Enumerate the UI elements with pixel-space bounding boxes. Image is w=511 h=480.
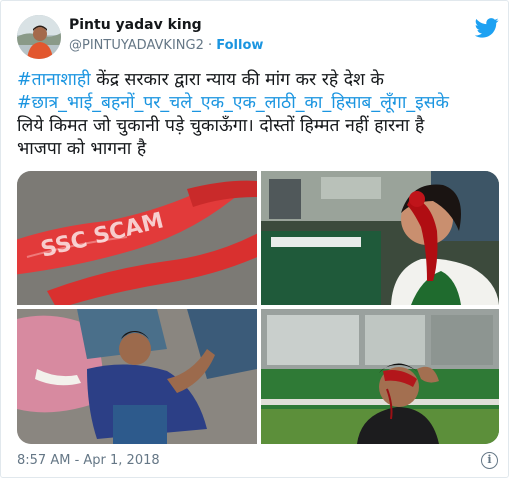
avatar-photo [17,15,61,59]
photo-4-bus-man[interactable] [261,309,499,444]
author-name[interactable]: Pintu yadav king [69,17,202,33]
photo-3-injured-man[interactable] [17,309,257,444]
tweet-line-1: #तानाशाही केंद्र सरकार द्वारा न्याय की म… [17,69,499,92]
tweet-timestamp[interactable]: 8:57 AM - Apr 1, 2018 [17,453,160,468]
twitter-bird-icon[interactable] [475,17,499,39]
photo-1-ribbon[interactable]: SSC SCAM [17,171,257,305]
tweet-text: #तानाशाही केंद्र सरकार द्वारा न्याय की म… [17,69,499,161]
hashtag-link[interactable]: #छात्र_भाई_बहनों_पर_चले_एक_एक_लाठी_का_हि… [17,93,449,113]
author-meta: @PINTUYADAVKING2 · Follow [69,38,263,53]
meta-separator: · [207,38,213,53]
media-grid: SSC SCAM [17,171,499,444]
author-handle[interactable]: @PINTUYADAVKING2 [69,38,204,53]
photo-1-image: SSC SCAM [17,171,257,305]
tweet-embed-card: Pintu yadav king @PINTUYADAVKING2 · Foll… [0,0,509,478]
hashtag-link[interactable]: #तानाशाही [17,70,91,90]
info-circle-icon[interactable]: i [481,452,498,469]
photo-2-image [261,171,499,305]
photo-4-image [261,309,499,444]
follow-button[interactable]: Follow [216,38,263,53]
photo-2-injured-woman[interactable] [261,171,499,305]
avatar[interactable] [17,15,61,59]
tweet-line-3: लिये किमत जो चुकानी पड़े चुकाऊँगा। दोस्त… [17,116,425,136]
tweet-text-segment: केंद्र सरकार द्वारा न्याय की मांग कर रहे… [90,70,384,90]
tweet-line-2: #छात्र_भाई_बहनों_पर_चले_एक_एक_लाठी_का_हि… [17,92,499,115]
photo-3-image [17,309,257,444]
tweet-line-4: भाजपा को भागना है [17,139,147,159]
